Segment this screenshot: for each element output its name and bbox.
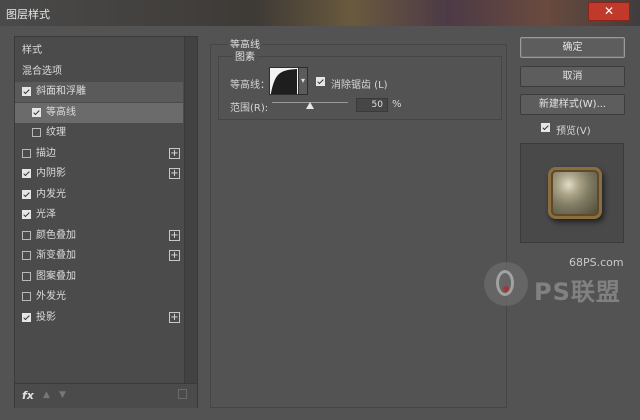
fx-button[interactable]: fx	[22, 389, 34, 402]
preview-swatch	[548, 167, 602, 219]
style-item-label: 描边	[36, 147, 56, 159]
close-button[interactable]: ✕	[588, 2, 630, 21]
contour-label: 等高线：	[230, 80, 270, 91]
style-item-label: 光泽	[36, 209, 56, 220]
style-list-item[interactable]: 混合选项	[15, 62, 183, 82]
style-list-item[interactable]: 描边 +	[15, 144, 183, 164]
style-list-item[interactable]: 内发光	[15, 185, 183, 205]
range-unit: %	[392, 99, 402, 110]
contour-curve-icon	[271, 69, 297, 94]
style-list-item[interactable]: 斜面和浮雕	[15, 82, 183, 102]
style-item-label: 等高线	[46, 106, 76, 118]
style-list-item[interactable]: 外发光	[15, 287, 183, 307]
style-list-item[interactable]: 内阴影 +	[15, 164, 183, 184]
style-list-item[interactable]: 光泽	[15, 205, 183, 225]
style-item-label: 投影	[36, 311, 56, 323]
style-checkbox[interactable]	[32, 128, 41, 137]
style-checkbox[interactable]	[22, 230, 31, 240]
add-effect-icon[interactable]: +	[169, 250, 180, 261]
watermark-brand: PS联盟	[534, 278, 621, 306]
style-checkbox[interactable]	[22, 292, 31, 301]
style-item-label: 颜色叠加	[36, 229, 76, 241]
ok-button[interactable]: 确定	[520, 37, 625, 58]
add-effect-icon[interactable]: +	[169, 311, 180, 323]
contour-dropdown-icon[interactable]: ▾	[298, 67, 308, 95]
style-list-panel: 样式混合选项斜面和浮雕等高线纹理描边 + 内阴影 + 内发光光泽颜色叠加 + 渐变叠加 + 图案…	[14, 36, 198, 408]
contour-picker[interactable]	[269, 67, 299, 95]
style-item-label: 渐变叠加	[36, 250, 76, 261]
style-list-item[interactable]: 渐变叠加 +	[15, 246, 183, 266]
range-input[interactable]: 50	[356, 98, 388, 112]
style-list-item[interactable]: 样式	[15, 41, 183, 61]
style-checkbox[interactable]	[22, 210, 31, 219]
add-effect-icon[interactable]: +	[169, 147, 180, 159]
antialias-checkbox[interactable]	[316, 77, 325, 86]
style-item-label: 样式	[22, 45, 42, 56]
style-list-item[interactable]: 图案叠加	[15, 267, 183, 287]
style-checkbox[interactable]	[22, 169, 31, 178]
elements-group-title: 图素	[233, 48, 257, 63]
cancel-button[interactable]: 取消	[520, 66, 625, 87]
style-item-label: 混合选项	[22, 65, 62, 77]
style-item-label: 内阴影	[36, 168, 66, 179]
trash-icon[interactable]	[178, 389, 187, 399]
watermark-site: 68PS.com	[569, 256, 624, 269]
range-label: 范围(R):	[230, 103, 269, 114]
new-style-button[interactable]: 新建样式(W)...	[520, 94, 625, 115]
style-item-label: 外发光	[36, 291, 66, 302]
style-checkbox[interactable]	[22, 251, 31, 260]
style-item-label: 纹理	[46, 127, 66, 138]
style-list-item[interactable]: 纹理	[15, 123, 183, 143]
add-effect-icon[interactable]: +	[169, 229, 180, 241]
style-item-label: 斜面和浮雕	[36, 86, 86, 97]
window-title: 图层样式	[6, 8, 50, 21]
style-checkbox[interactable]	[32, 107, 41, 117]
style-item-label: 图案叠加	[36, 270, 76, 282]
watermark-logo-icon	[484, 262, 528, 306]
add-effect-icon[interactable]: +	[169, 168, 180, 179]
style-checkbox[interactable]	[22, 189, 31, 199]
style-list-scrollbar[interactable]	[184, 37, 197, 383]
style-item-label: 内发光	[36, 188, 66, 200]
style-checkbox[interactable]	[22, 271, 31, 281]
style-list-item[interactable]: 颜色叠加 +	[15, 226, 183, 246]
range-slider-thumb[interactable]	[306, 102, 314, 109]
style-checkbox[interactable]	[22, 148, 31, 158]
move-up-icon[interactable]: ▲	[43, 390, 50, 400]
style-checkbox[interactable]	[22, 87, 31, 96]
style-list-footer: fx ▲ ▼	[15, 383, 197, 408]
style-list-item[interactable]: 投影 +	[15, 308, 183, 328]
move-down-icon[interactable]: ▼	[59, 390, 66, 400]
antialias-label: 消除锯齿 (L)	[331, 80, 388, 91]
style-list-item[interactable]: 等高线	[15, 102, 183, 123]
preview-checkbox[interactable]	[541, 123, 550, 132]
preview-label: 预览(V)	[556, 126, 591, 137]
title-bar: 图层样式 ✕	[0, 0, 640, 26]
style-checkbox[interactable]	[22, 312, 31, 322]
